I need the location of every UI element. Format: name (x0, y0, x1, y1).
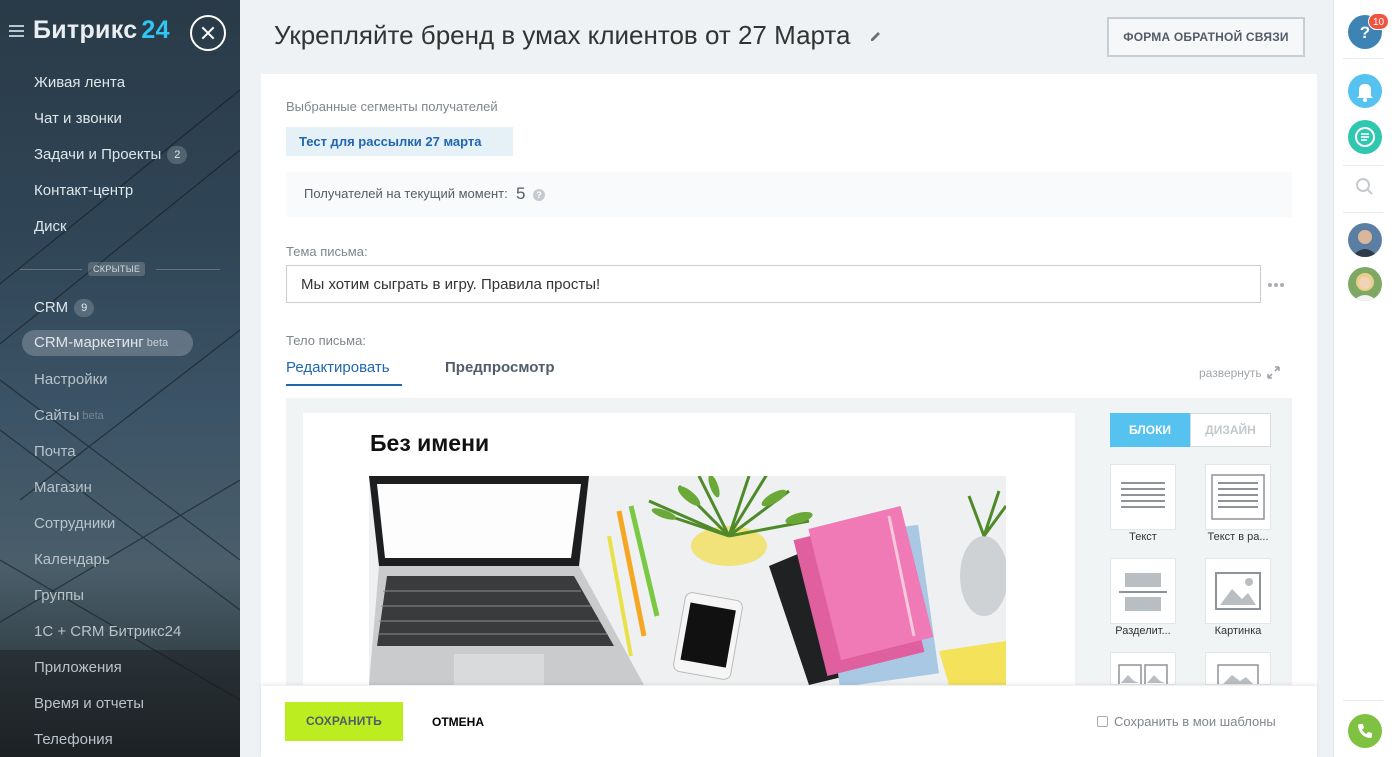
sidebar-item-tasks[interactable]: Задачи и Проекты 2 (34, 145, 188, 165)
block-text[interactable] (1110, 464, 1176, 530)
segments-label: Выбранные сегменты получателей (286, 99, 498, 114)
avatar-photo (1348, 267, 1382, 301)
letter-title[interactable]: Без имени (370, 430, 489, 457)
blocks-mode-tab[interactable]: БЛОКИ (1110, 413, 1190, 447)
separator-line (20, 269, 82, 270)
hidden-items-tag: СКРЫТЫЕ (88, 262, 146, 276)
notifications-button[interactable] (1348, 74, 1382, 108)
bitrix24-logo[interactable]: Битрикс 24 (33, 16, 170, 45)
sidebar-item-time-reports[interactable]: Время и отчеты (34, 694, 144, 714)
bell-icon (1357, 84, 1373, 102)
user-avatar-1[interactable] (1348, 223, 1382, 257)
menu-burger-icon[interactable] (9, 25, 24, 40)
close-slider-button[interactable] (190, 15, 226, 51)
expand-icon[interactable] (1267, 366, 1280, 379)
two-images-block-icon (1118, 664, 1168, 684)
letter-image[interactable] (369, 476, 1006, 685)
sidebar-item-contact-center[interactable]: Контакт-центр (34, 181, 133, 201)
user-avatar-2[interactable] (1348, 267, 1382, 301)
feedback-form-button[interactable]: ФОРМА ОБРАТНОЙ СВЯЗИ (1107, 17, 1305, 57)
image-text-block-icon (1217, 664, 1259, 684)
phone-icon (1358, 724, 1372, 738)
more-options-icon[interactable] (1268, 283, 1286, 287)
open-lines-icon (1355, 127, 1375, 147)
search-icon (1356, 178, 1373, 195)
rail-divider (1343, 58, 1383, 59)
sidebar-item-applications[interactable]: Приложения (34, 658, 122, 678)
sidebar-item-chat[interactable]: Чат и звонки (34, 109, 122, 129)
help-question-icon[interactable]: ? (533, 189, 545, 201)
sidebar-item-disk[interactable]: Диск (34, 217, 67, 237)
block-two-images[interactable] (1110, 652, 1176, 685)
sidebar-header: Битрикс 24 (0, 0, 240, 64)
image-block-icon (1215, 572, 1261, 610)
divider-block-icon (1119, 573, 1167, 611)
sidebar-item-settings[interactable]: Настройки (34, 370, 108, 390)
recipients-label: Получателей на текущий момент: (304, 186, 508, 201)
subject-input[interactable] (286, 265, 1261, 303)
help-notification-badge: 10 (1368, 13, 1390, 30)
workspace-photo-illustration (369, 476, 1006, 685)
right-rail (1333, 0, 1394, 757)
sidebar-item-telephony[interactable]: Телефония (34, 730, 113, 750)
open-lines-button[interactable] (1348, 120, 1382, 154)
active-tab-underline (286, 384, 402, 386)
hidden-items-separator[interactable]: СКРЫТЫЕ (20, 262, 220, 276)
body-label: Тело письма: (286, 333, 366, 348)
save-template-checkbox[interactable] (1097, 716, 1108, 727)
block-label: Картинка (1214, 625, 1262, 637)
block-image[interactable] (1205, 558, 1271, 624)
sidebar-item-mail[interactable]: Почта (34, 442, 76, 462)
rail-divider (1343, 212, 1383, 213)
rail-divider (1343, 165, 1383, 166)
sidebar-item-feed[interactable]: Живая лента (34, 73, 125, 93)
text-frame-block-icon (1211, 474, 1265, 520)
sidebar-item-employees[interactable]: Сотрудники (34, 514, 115, 534)
beta-label: beta (82, 410, 104, 422)
crm-counter-badge: 9 (74, 299, 95, 318)
block-label: Разделит... (1115, 625, 1171, 637)
block-label: Текст (1129, 531, 1157, 543)
tasks-counter-badge: 2 (167, 146, 188, 165)
sidebar-item-shop[interactable]: Магазин (34, 478, 92, 498)
recipients-count: 5 (516, 184, 526, 203)
search-button[interactable] (1348, 170, 1382, 204)
sidebar-item-crm[interactable]: CRM 9 (34, 298, 95, 318)
sidebar-item-calendar[interactable]: Календарь (34, 550, 110, 570)
segment-chip[interactable]: Тест для рассылки 27 марта (286, 127, 513, 156)
page-title: Укрепляйте бренд в умах клиентов от 27 М… (274, 20, 851, 50)
sidebar-item-groups[interactable]: Группы (34, 586, 84, 606)
avatar-photo (1348, 223, 1382, 257)
cancel-button[interactable]: ОТМЕНА (432, 715, 484, 729)
text-block-icon (1121, 482, 1165, 508)
expand-link[interactable]: развернуть (1199, 366, 1262, 380)
save-button[interactable]: СОХРАНИТЬ (285, 702, 403, 741)
tab-edit[interactable]: Редактировать (286, 359, 390, 376)
rail-divider (1343, 700, 1383, 701)
phone-button[interactable] (1348, 714, 1382, 748)
edit-pencil-icon[interactable] (869, 29, 883, 43)
subject-label: Тема письма: (286, 244, 368, 259)
design-mode-tab[interactable]: ДИЗАЙН (1190, 413, 1271, 447)
tab-preview[interactable]: Предпросмотр (445, 359, 555, 376)
sidebar-item-crm-marketing[interactable]: CRM-маркетинг beta (34, 333, 168, 353)
beta-label: beta (146, 337, 169, 349)
save-template-label[interactable]: Сохранить в мои шаблоны (1114, 714, 1276, 729)
left-sidebar: Битрикс 24 Живая лента Чат и звонки Задач… (0, 0, 240, 757)
block-divider[interactable] (1110, 558, 1176, 624)
block-text-frame[interactable] (1205, 464, 1271, 530)
separator-line (156, 269, 220, 270)
sidebar-item-sites[interactable]: Сайты beta (34, 406, 104, 426)
block-image-text[interactable] (1205, 652, 1271, 685)
block-label: Текст в ра... (1207, 531, 1269, 543)
sidebar-item-1c-crm[interactable]: 1С + CRM Битрикс24 (34, 622, 181, 642)
